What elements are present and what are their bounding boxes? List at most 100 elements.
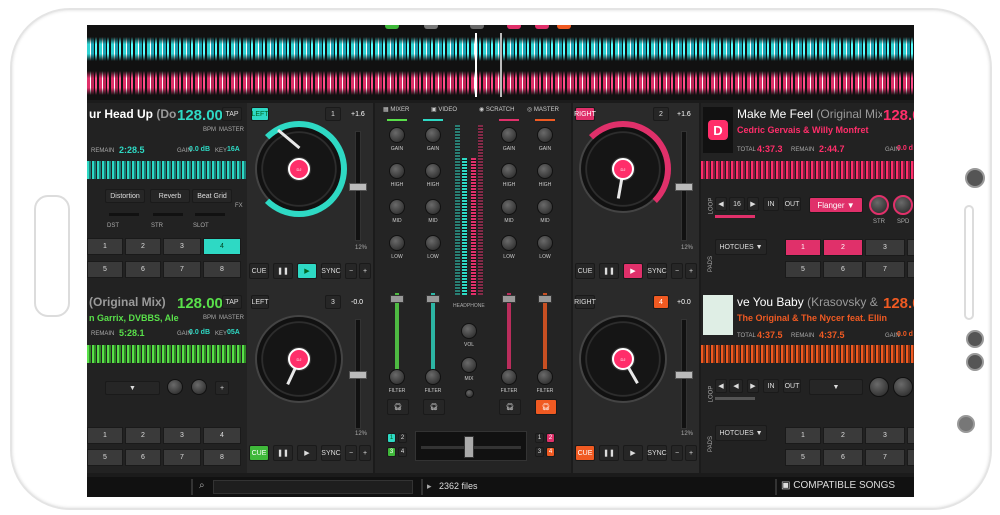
assign-deck-1-alt[interactable]: 2: [398, 433, 407, 443]
ch2-filter-knob[interactable]: [501, 369, 517, 385]
deck4-pad[interactable]: 1: [785, 427, 821, 444]
deck4-pitch-plus[interactable]: +: [685, 445, 697, 461]
deck2-effect-select[interactable]: Flanger ▼: [809, 197, 863, 213]
deck3-pad[interactable]: 4: [203, 427, 241, 444]
deck4-loop-next[interactable]: ▶: [747, 379, 759, 393]
deck2-pitch-plus[interactable]: +: [685, 263, 697, 279]
assign-deck-4-alt[interactable]: 3: [535, 447, 544, 457]
deck1-pause-button[interactable]: ❚❚: [273, 263, 293, 279]
assign-deck-2[interactable]: 2: [546, 433, 555, 443]
deck1-fx-slot-2[interactable]: Reverb: [150, 189, 190, 203]
tab-master[interactable]: ◎ MASTER: [527, 106, 559, 113]
deck4-pad[interactable]: 5: [785, 449, 821, 466]
deck4-pitch-minus[interactable]: −: [671, 445, 683, 461]
deck4-waveform[interactable]: [701, 345, 914, 363]
deck4-pad[interactable]: 8: [907, 449, 914, 466]
deck3-sync-button[interactable]: SYNC: [321, 445, 341, 461]
deck1-pad[interactable]: 5: [87, 261, 123, 278]
deck3-fx-knob[interactable]: [191, 379, 207, 395]
deck4-loop-in[interactable]: IN: [763, 379, 779, 393]
crossfader[interactable]: [415, 431, 527, 461]
deck4-pad[interactable]: 7: [865, 449, 905, 466]
deck1-cue-button[interactable]: CUE: [249, 263, 269, 279]
deck3-pad[interactable]: 8: [203, 449, 241, 466]
deck4-effect-knob[interactable]: [893, 377, 913, 397]
deck4-play-button[interactable]: ▶: [623, 445, 643, 461]
deck2-pitch-handle[interactable]: [675, 183, 693, 191]
ch4-high-knob[interactable]: [537, 163, 553, 179]
assign-deck-4[interactable]: 4: [546, 447, 555, 457]
deck1-pad[interactable]: 2: [125, 238, 161, 255]
deck3-pad[interactable]: 1: [87, 427, 123, 444]
ch1-high-knob[interactable]: [425, 163, 441, 179]
deck4-pad[interactable]: 6: [823, 449, 863, 466]
deck3-pad[interactable]: 5: [87, 449, 123, 466]
deck2-pad[interactable]: 3: [865, 239, 905, 256]
deck4-pause-button[interactable]: ❚❚: [599, 445, 619, 461]
deck1-fx-slider[interactable]: [153, 213, 183, 216]
ch1-headphone-button[interactable]: 🎧︎: [423, 399, 445, 415]
deck1-fx-slider[interactable]: [109, 213, 139, 216]
deck1-pad[interactable]: 8: [203, 261, 241, 278]
deck4-pitch-handle[interactable]: [675, 371, 693, 379]
assign-deck-3-alt[interactable]: 4: [398, 447, 407, 457]
ch3-high-knob[interactable]: [389, 163, 405, 179]
deck2-side-button[interactable]: RIGHT: [574, 107, 596, 121]
deck2-number[interactable]: 2: [653, 107, 669, 121]
deck1-pitch-minus[interactable]: −: [345, 263, 357, 279]
ch4-filter-knob[interactable]: [537, 369, 553, 385]
deck3-fx-knob[interactable]: [167, 379, 183, 395]
deck3-pitch-plus[interactable]: +: [359, 445, 371, 461]
assign-deck-3[interactable]: 3: [387, 447, 396, 457]
deck1-pitch-plus[interactable]: +: [359, 263, 371, 279]
deck1-waveform[interactable]: [87, 161, 247, 179]
deck3-play-button[interactable]: ▶: [297, 445, 317, 461]
ch3-low-knob[interactable]: [389, 235, 405, 251]
deck1-pad-active[interactable]: 4: [203, 238, 241, 255]
ch1-gain-knob[interactable]: [425, 127, 441, 143]
deck2-pad[interactable]: 4: [907, 239, 914, 256]
ch1-filter-knob[interactable]: [425, 369, 441, 385]
deck4-hotcues-select[interactable]: HOTCUES ▼: [715, 425, 767, 441]
deck4-pad[interactable]: 3: [865, 427, 905, 444]
deck1-pad[interactable]: 1: [87, 238, 123, 255]
deck1-side-button[interactable]: LEFT: [251, 107, 269, 121]
home-button[interactable]: [34, 195, 70, 317]
deck1-pad[interactable]: 6: [125, 261, 161, 278]
ch3-gain-knob[interactable]: [389, 127, 405, 143]
headphone-vol-knob[interactable]: [461, 323, 477, 339]
deck2-pad[interactable]: 7: [865, 261, 905, 278]
ch2-gain-knob[interactable]: [501, 127, 517, 143]
deck4-loop-out[interactable]: OUT: [783, 379, 801, 393]
ch1-fader-handle[interactable]: [426, 295, 440, 303]
ch2-fader-handle[interactable]: [502, 295, 516, 303]
ch3-mid-knob[interactable]: [389, 199, 405, 215]
deck2-loop-in[interactable]: IN: [763, 197, 779, 211]
ch1-mid-knob[interactable]: [425, 199, 441, 215]
deck2-effect-str-knob[interactable]: [869, 195, 889, 215]
deck3-pad[interactable]: 6: [125, 449, 161, 466]
deck1-sync-button[interactable]: SYNC: [321, 263, 341, 279]
deck2-loop-out[interactable]: OUT: [783, 197, 801, 211]
deck1-pitch-handle[interactable]: [349, 183, 367, 191]
deck4-pad[interactable]: 4: [907, 427, 914, 444]
deck1-play-button[interactable]: ▶: [297, 263, 317, 279]
deck4-loop-prev[interactable]: ◀: [715, 379, 727, 393]
ch1-low-knob[interactable]: [425, 235, 441, 251]
deck3-side-button[interactable]: LEFT: [251, 295, 269, 309]
deck3-pitch-minus[interactable]: −: [345, 445, 357, 461]
deck3-fx-select[interactable]: ▼: [105, 381, 160, 395]
deck3-number[interactable]: 3: [325, 295, 341, 309]
assign-deck-2-alt[interactable]: 1: [535, 433, 544, 443]
crossfader-handle[interactable]: [464, 436, 474, 458]
deck2-pause-button[interactable]: ❚❚: [599, 263, 619, 279]
deck3-pitch-handle[interactable]: [349, 371, 367, 379]
deck1-fx-slot-3[interactable]: Beat Grid: [192, 189, 232, 203]
deck2-effect-spd-knob[interactable]: [893, 195, 913, 215]
deck4-pad[interactable]: 2: [823, 427, 863, 444]
compatible-songs-button[interactable]: ▣ COMPATIBLE SONGS: [781, 480, 895, 491]
deck2-loop-prev[interactable]: ◀: [715, 197, 727, 211]
deck2-cue-button[interactable]: CUE: [575, 263, 595, 279]
deck3-cue-button[interactable]: CUE: [249, 445, 269, 461]
tab-video[interactable]: ▣ VIDEO: [431, 106, 457, 113]
